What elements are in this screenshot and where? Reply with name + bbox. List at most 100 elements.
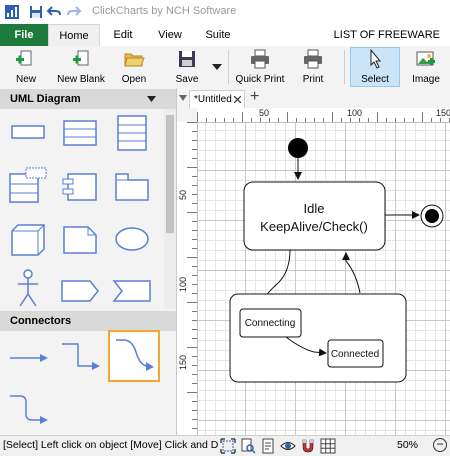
actor-stick-figure-icon: [18, 269, 38, 307]
final-state-node: [425, 209, 439, 223]
select-button[interactable]: Select: [350, 47, 400, 87]
add-tab-button[interactable]: +: [250, 88, 259, 106]
status-bar: [Select] Left click on object [Move] Cli…: [0, 435, 450, 456]
print-button[interactable]: Print: [296, 48, 330, 86]
ruler-left-label: 50: [178, 189, 188, 200]
uml-class-full-shape[interactable]: [110, 113, 154, 153]
uml-class-shape[interactable]: [6, 113, 50, 153]
uml-receive-signal-shape[interactable]: [110, 271, 154, 311]
ruler-top: 50 100 150: [197, 108, 450, 123]
app-logo-icon[interactable]: [4, 4, 20, 20]
node-3d-box-icon: [11, 224, 45, 256]
new-blank-icon: [73, 50, 89, 66]
ruler-top-ticks: [197, 112, 450, 122]
undo-icon[interactable]: [46, 4, 62, 20]
tab-view[interactable]: View: [152, 24, 188, 46]
connectors-title: Connectors: [10, 315, 72, 327]
quick-print-button[interactable]: Quick Print: [234, 48, 286, 86]
tab-file[interactable]: File: [0, 24, 48, 46]
scrollbar-thumb[interactable]: [166, 115, 174, 233]
new-blank-button[interactable]: New Blank: [56, 48, 106, 86]
tab-home[interactable]: Home: [48, 24, 100, 48]
uml-node-shape[interactable]: [6, 219, 50, 259]
uml-note-shape[interactable]: [58, 219, 102, 259]
document-tab-untitled[interactable]: *Untitled: [189, 90, 245, 108]
uml-actor-shape[interactable]: [6, 268, 50, 308]
rounded-elbow-arrow-icon: [10, 395, 48, 424]
connectors-header[interactable]: Connectors: [0, 311, 176, 331]
connector-curved-selected[interactable]: [108, 330, 160, 382]
transition-composite-to-idle[interactable]: [342, 252, 361, 294]
image-button[interactable]: Image: [408, 48, 444, 86]
save-label: Save: [175, 74, 199, 85]
status-tools: [218, 438, 378, 454]
redo-icon[interactable]: [66, 4, 82, 20]
send-signal-icon: [61, 280, 99, 302]
fit-page-icon[interactable]: [220, 438, 236, 454]
select-label: Select: [361, 74, 389, 85]
collapse-arrow-icon[interactable]: [147, 96, 156, 102]
component-icon: [62, 173, 97, 201]
tab-list-arrow-icon[interactable]: [179, 94, 187, 102]
quick-print-icon: [251, 49, 269, 69]
ruler-top-label: 100: [347, 108, 363, 118]
use-case-ellipse-icon: [115, 227, 149, 251]
ruler-left: 50 100 150: [177, 122, 198, 435]
ribbon-separator: [228, 50, 229, 84]
app-title: ClickCharts by NCH Software: [92, 5, 237, 17]
connector-elbow[interactable]: [58, 338, 102, 378]
ruler-left-label: 100: [178, 276, 188, 292]
state-diagram[interactable]: Idle KeepAlive/Check() Connecting Connec…: [198, 123, 450, 435]
printer-icon: [304, 49, 322, 69]
uml-class-attrs-shape[interactable]: [58, 113, 102, 153]
composite-state[interactable]: [229, 293, 407, 383]
page-search-icon[interactable]: [240, 438, 256, 454]
close-tab-icon[interactable]: [234, 96, 241, 103]
eye-icon[interactable]: [280, 438, 296, 454]
class-full-icon: [117, 115, 147, 151]
shapes-scrollbar[interactable]: [164, 109, 176, 309]
document-tab-label: *Untitled: [194, 94, 232, 105]
uml-package-shape[interactable]: [110, 166, 154, 206]
new-blank-label: New Blank: [57, 74, 105, 85]
tab-suite[interactable]: Suite: [198, 24, 238, 46]
state-idle[interactable]: [243, 181, 386, 251]
template-class-icon: [9, 167, 47, 203]
magnet-icon[interactable]: [300, 438, 316, 454]
zoom-out-button[interactable]: −: [433, 438, 447, 452]
uml-diagram-header[interactable]: UML Diagram: [0, 89, 176, 109]
open-button[interactable]: Open: [116, 48, 152, 86]
page-layout-icon[interactable]: [260, 438, 276, 454]
status-message: [Select] Left click on object [Move] Cli…: [3, 439, 228, 451]
class-attributes-icon: [63, 120, 97, 146]
save-dropdown-arrow-icon[interactable]: [212, 64, 222, 70]
list-of-freeware-link[interactable]: LIST OF FREEWARE: [334, 24, 440, 46]
uml-template-class-shape[interactable]: [6, 166, 50, 206]
state-connected-label: Connected: [331, 349, 379, 360]
uml-send-signal-shape[interactable]: [58, 271, 102, 311]
uml-diagram-title: UML Diagram: [10, 93, 81, 105]
save-button[interactable]: Save: [170, 48, 204, 86]
save-quick-icon[interactable]: [28, 4, 44, 20]
shapes-panel: UML Diagram Connectors: [0, 88, 177, 435]
uml-component-shape[interactable]: [58, 166, 102, 206]
uml-use-case-shape[interactable]: [110, 219, 154, 259]
tab-edit[interactable]: Edit: [106, 24, 140, 46]
state-idle-activity: KeepAlive/Check(): [260, 219, 368, 234]
menu-tabs: File Home Edit View Suite LIST OF FREEWA…: [0, 24, 450, 48]
image-label: Image: [412, 74, 440, 85]
pointer-arrow-icon: [370, 48, 382, 69]
connector-rounded-elbow[interactable]: [6, 390, 50, 430]
connector-straight[interactable]: [6, 338, 50, 378]
new-button[interactable]: New: [6, 48, 46, 86]
print-label: Print: [302, 74, 324, 85]
state-idle-name: Idle: [304, 201, 325, 216]
document-tabs: *Untitled +: [177, 88, 450, 108]
diagram-canvas[interactable]: Idle KeepAlive/Check() Connecting Connec…: [198, 123, 450, 435]
ribbon-toolbar: New New Blank Open Save Quick Print Prin…: [0, 46, 450, 89]
grid-icon[interactable]: [320, 438, 336, 454]
save-icon: [179, 51, 195, 67]
note-icon: [63, 226, 97, 254]
initial-state-node[interactable]: [288, 138, 308, 158]
new-icon: [16, 50, 32, 66]
